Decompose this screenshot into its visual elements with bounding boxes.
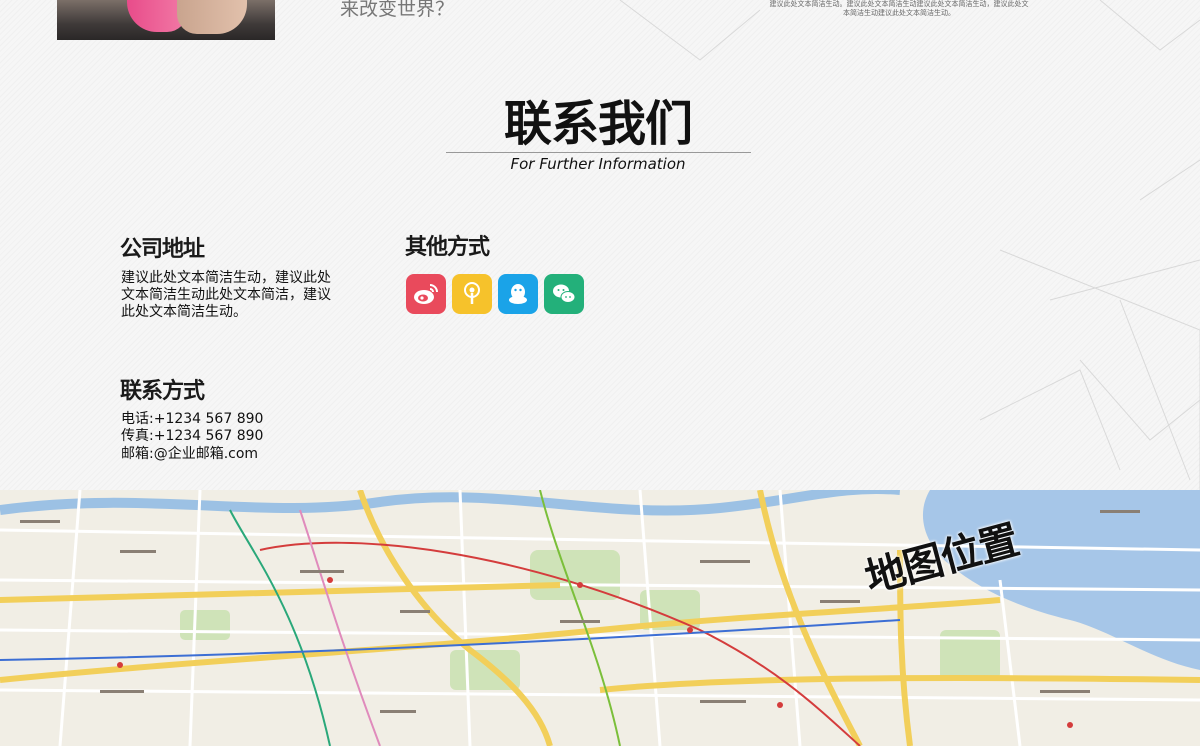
map-graphic (0, 490, 1200, 746)
hand-shape (177, 0, 247, 34)
section-subtitle: For Further Information (510, 155, 686, 173)
fine-print: 建议此处文本简洁生动。建议此处文本简洁生动建议此处文本简洁生动，建议此处文本简洁… (769, 0, 1029, 17)
contact-phone: 电话:+1234 567 890 (121, 411, 264, 427)
weibo-icon[interactable] (406, 274, 446, 314)
location-map[interactable] (0, 490, 1200, 746)
qq-icon[interactable] (498, 274, 538, 314)
contact-fax: 传真:+1234 567 890 (121, 428, 264, 444)
feature-photo (57, 0, 275, 40)
wechat-icon[interactable] (544, 274, 584, 314)
other-heading: 其他方式 (405, 235, 490, 260)
tagline-text: 来改变世界？ (340, 0, 455, 20)
qq-glyph (509, 284, 527, 304)
title-divider (446, 152, 751, 153)
podcast-glyph (464, 282, 480, 304)
social-icons (406, 274, 584, 314)
address-text: 建议此处文本简洁生动，建议此处文本简洁生动此处文本简洁，建议此处文本简洁生动。 (121, 270, 331, 320)
address-heading: 公司地址 (120, 237, 205, 262)
podcast-icon[interactable] (452, 274, 492, 314)
contact-email: 邮箱:@企业邮箱.com (121, 446, 259, 462)
wechat-glyph (553, 284, 576, 303)
weibo-glyph (414, 284, 438, 304)
contact-heading: 联系方式 (120, 379, 205, 404)
section-title: 联系我们 (503, 96, 693, 152)
